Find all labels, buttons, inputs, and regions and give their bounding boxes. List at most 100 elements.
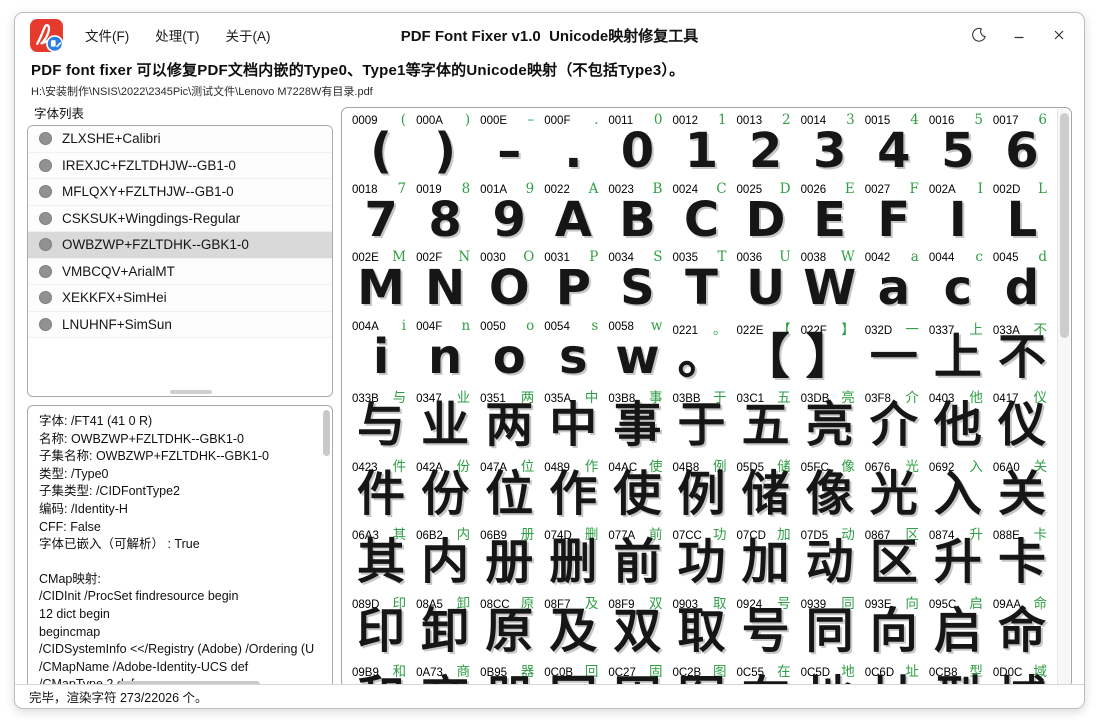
- glyph-unicode-char: F: [909, 181, 918, 197]
- glyph-cell: 07D5动动: [798, 521, 862, 590]
- cmap-heading: CMap映射:: [39, 571, 318, 589]
- glyph-preview: 入: [926, 468, 990, 520]
- glyph-preview: 五: [734, 399, 798, 451]
- glyph-preview: W: [798, 262, 862, 314]
- font-list-item[interactable]: IREXJC+FZLTDHJW--GB1-0: [28, 153, 332, 180]
- glyph-cell: 0403他他: [926, 384, 990, 453]
- glyph-unicode-char: T: [718, 249, 727, 265]
- font-list-item[interactable]: LNUHNF+SimSun: [28, 312, 332, 339]
- glyph-cell: 001433: [798, 110, 862, 179]
- glyph-cell: 002DLL: [990, 179, 1054, 248]
- glyph-cell: 001877: [349, 179, 413, 248]
- glyph-cell: 0054ss: [541, 316, 605, 385]
- glyph-unicode-char: n: [461, 318, 470, 334]
- cmap-line: begincmap: [39, 624, 318, 642]
- glyph-cell: 001A99: [477, 179, 541, 248]
- glyph-preview: F: [862, 194, 926, 246]
- glyph-cell: 03BB于于: [669, 384, 733, 453]
- glyph-preview: 关: [990, 468, 1054, 520]
- glyph-cell: 0038WW: [798, 247, 862, 316]
- glyph-cell: 022F】】: [798, 316, 862, 385]
- glyph-cell: 06B2内内: [413, 521, 477, 590]
- glyph-preview: (: [349, 125, 413, 177]
- glyph-preview: ): [413, 125, 477, 177]
- glyph-cell: 0423件件: [349, 453, 413, 522]
- moon-icon: [971, 27, 987, 43]
- glyph-preview: 及: [541, 605, 605, 657]
- glyph-unicode-char: 6: [1038, 112, 1047, 128]
- glyph-cell: 047A位位: [477, 453, 541, 522]
- glyph-cell: 035A中中: [541, 384, 605, 453]
- glyph-unicode-char: 4: [910, 112, 919, 128]
- glyph-cell: 0022AA: [541, 179, 605, 248]
- glyph-preview: 一: [862, 331, 926, 383]
- font-list-item[interactable]: XEKKFX+SimHei: [28, 285, 332, 312]
- minimize-button[interactable]: [1002, 20, 1036, 50]
- glyph-grid: 0009((000A))000E––000F..0011000012110013…: [349, 110, 1054, 688]
- glyph-preview: 中: [541, 399, 605, 451]
- glyph-unicode-char: 0: [654, 112, 663, 128]
- font-list-label: 字体列表: [34, 103, 333, 122]
- font-details-text: 字体: /FT41 (41 0 R)名称: OWBZWP+FZLTDHK--GB…: [39, 413, 318, 691]
- glyph-preview: 其: [349, 536, 413, 588]
- left-column: 字体列表 ZLXSHE+CalibriIREXJC+FZLTDHJW--GB1-…: [27, 102, 333, 691]
- font-bullet-icon: [39, 132, 52, 145]
- glyph-cell: 08A5卸卸: [413, 590, 477, 659]
- glyph-preview: 与: [349, 399, 413, 451]
- glyph-cell: 0030OO: [477, 247, 541, 316]
- glyph-preview: 6: [990, 125, 1054, 177]
- glyph-preview: 亮: [798, 399, 862, 451]
- glyph-cell: 0489作作: [541, 453, 605, 522]
- theme-toggle-button[interactable]: [962, 20, 996, 50]
- glyph-cell: 0024CC: [669, 179, 733, 248]
- font-list-hscrollbar-thumb[interactable]: [170, 390, 212, 394]
- glyph-preview: 动: [798, 536, 862, 588]
- glyph-cell: 05FC像像: [798, 453, 862, 522]
- font-list-item[interactable]: MFLQXY+FZLTHJW--GB1-0: [28, 179, 332, 206]
- glyph-cell: 0676光光: [862, 453, 926, 522]
- glyph-preview: d: [990, 262, 1054, 314]
- font-list-item[interactable]: CSKSUK+Wingdings-Regular: [28, 206, 332, 233]
- glyph-unicode-char: c: [975, 249, 983, 265]
- glyph-preview: 内: [413, 536, 477, 588]
- menu-item[interactable]: 关于(A): [215, 18, 282, 52]
- glyph-preview: 0: [605, 125, 669, 177]
- font-bullet-icon: [39, 159, 52, 172]
- glyph-cell: 089D印印: [349, 590, 413, 659]
- glyph-vscrollbar-thumb[interactable]: [1060, 113, 1069, 338]
- font-list-item[interactable]: OWBZWP+FZLTDHK--GBK1-0: [28, 232, 332, 259]
- glyph-preview: C: [669, 194, 733, 246]
- details-vscrollbar[interactable]: [322, 408, 330, 678]
- glyph-preview: 光: [862, 468, 926, 520]
- glyph-preview: D: [734, 194, 798, 246]
- font-name: XEKKFX+SimHei: [62, 290, 167, 305]
- glyph-cell: 0692入入: [926, 453, 990, 522]
- glyph-cell: 06A0关关: [990, 453, 1054, 522]
- glyph-cell: 0221。。: [669, 316, 733, 385]
- font-list-item[interactable]: ZLXSHE+Calibri: [28, 126, 332, 153]
- menu-item[interactable]: 文件(F): [74, 18, 140, 52]
- close-button[interactable]: [1042, 20, 1076, 50]
- glyph-unicode-char: 1: [718, 112, 727, 128]
- glyph-preview: 位: [477, 468, 541, 520]
- glyph-cell: 074D删删: [541, 521, 605, 590]
- glyph-cell: 002EMM: [349, 247, 413, 316]
- glyph-preview: 双: [605, 605, 669, 657]
- glyph-cell: 06A3其其: [349, 521, 413, 590]
- menu-item[interactable]: 处理(T): [144, 18, 210, 52]
- glyph-preview: A: [541, 194, 605, 246]
- glyph-cell: 000E––: [477, 110, 541, 179]
- glyph-preview: s: [541, 331, 605, 383]
- glyph-cell: 09AA命命: [990, 590, 1054, 659]
- glyph-preview: B: [605, 194, 669, 246]
- glyph-cell: 0025DD: [734, 179, 798, 248]
- glyph-preview: 启: [926, 605, 990, 657]
- details-vscrollbar-thumb[interactable]: [323, 410, 330, 456]
- glyph-preview: 使: [605, 468, 669, 520]
- font-list-item[interactable]: VMBCQV+ArialMT: [28, 259, 332, 286]
- glyph-cell: 0050oo: [477, 316, 541, 385]
- glyph-unicode-char: I: [978, 181, 983, 197]
- glyph-vscrollbar[interactable]: [1057, 109, 1070, 686]
- glyph-cell: 088E卡卡: [990, 521, 1054, 590]
- detail-line: 字体: /FT41 (41 0 R): [39, 413, 318, 431]
